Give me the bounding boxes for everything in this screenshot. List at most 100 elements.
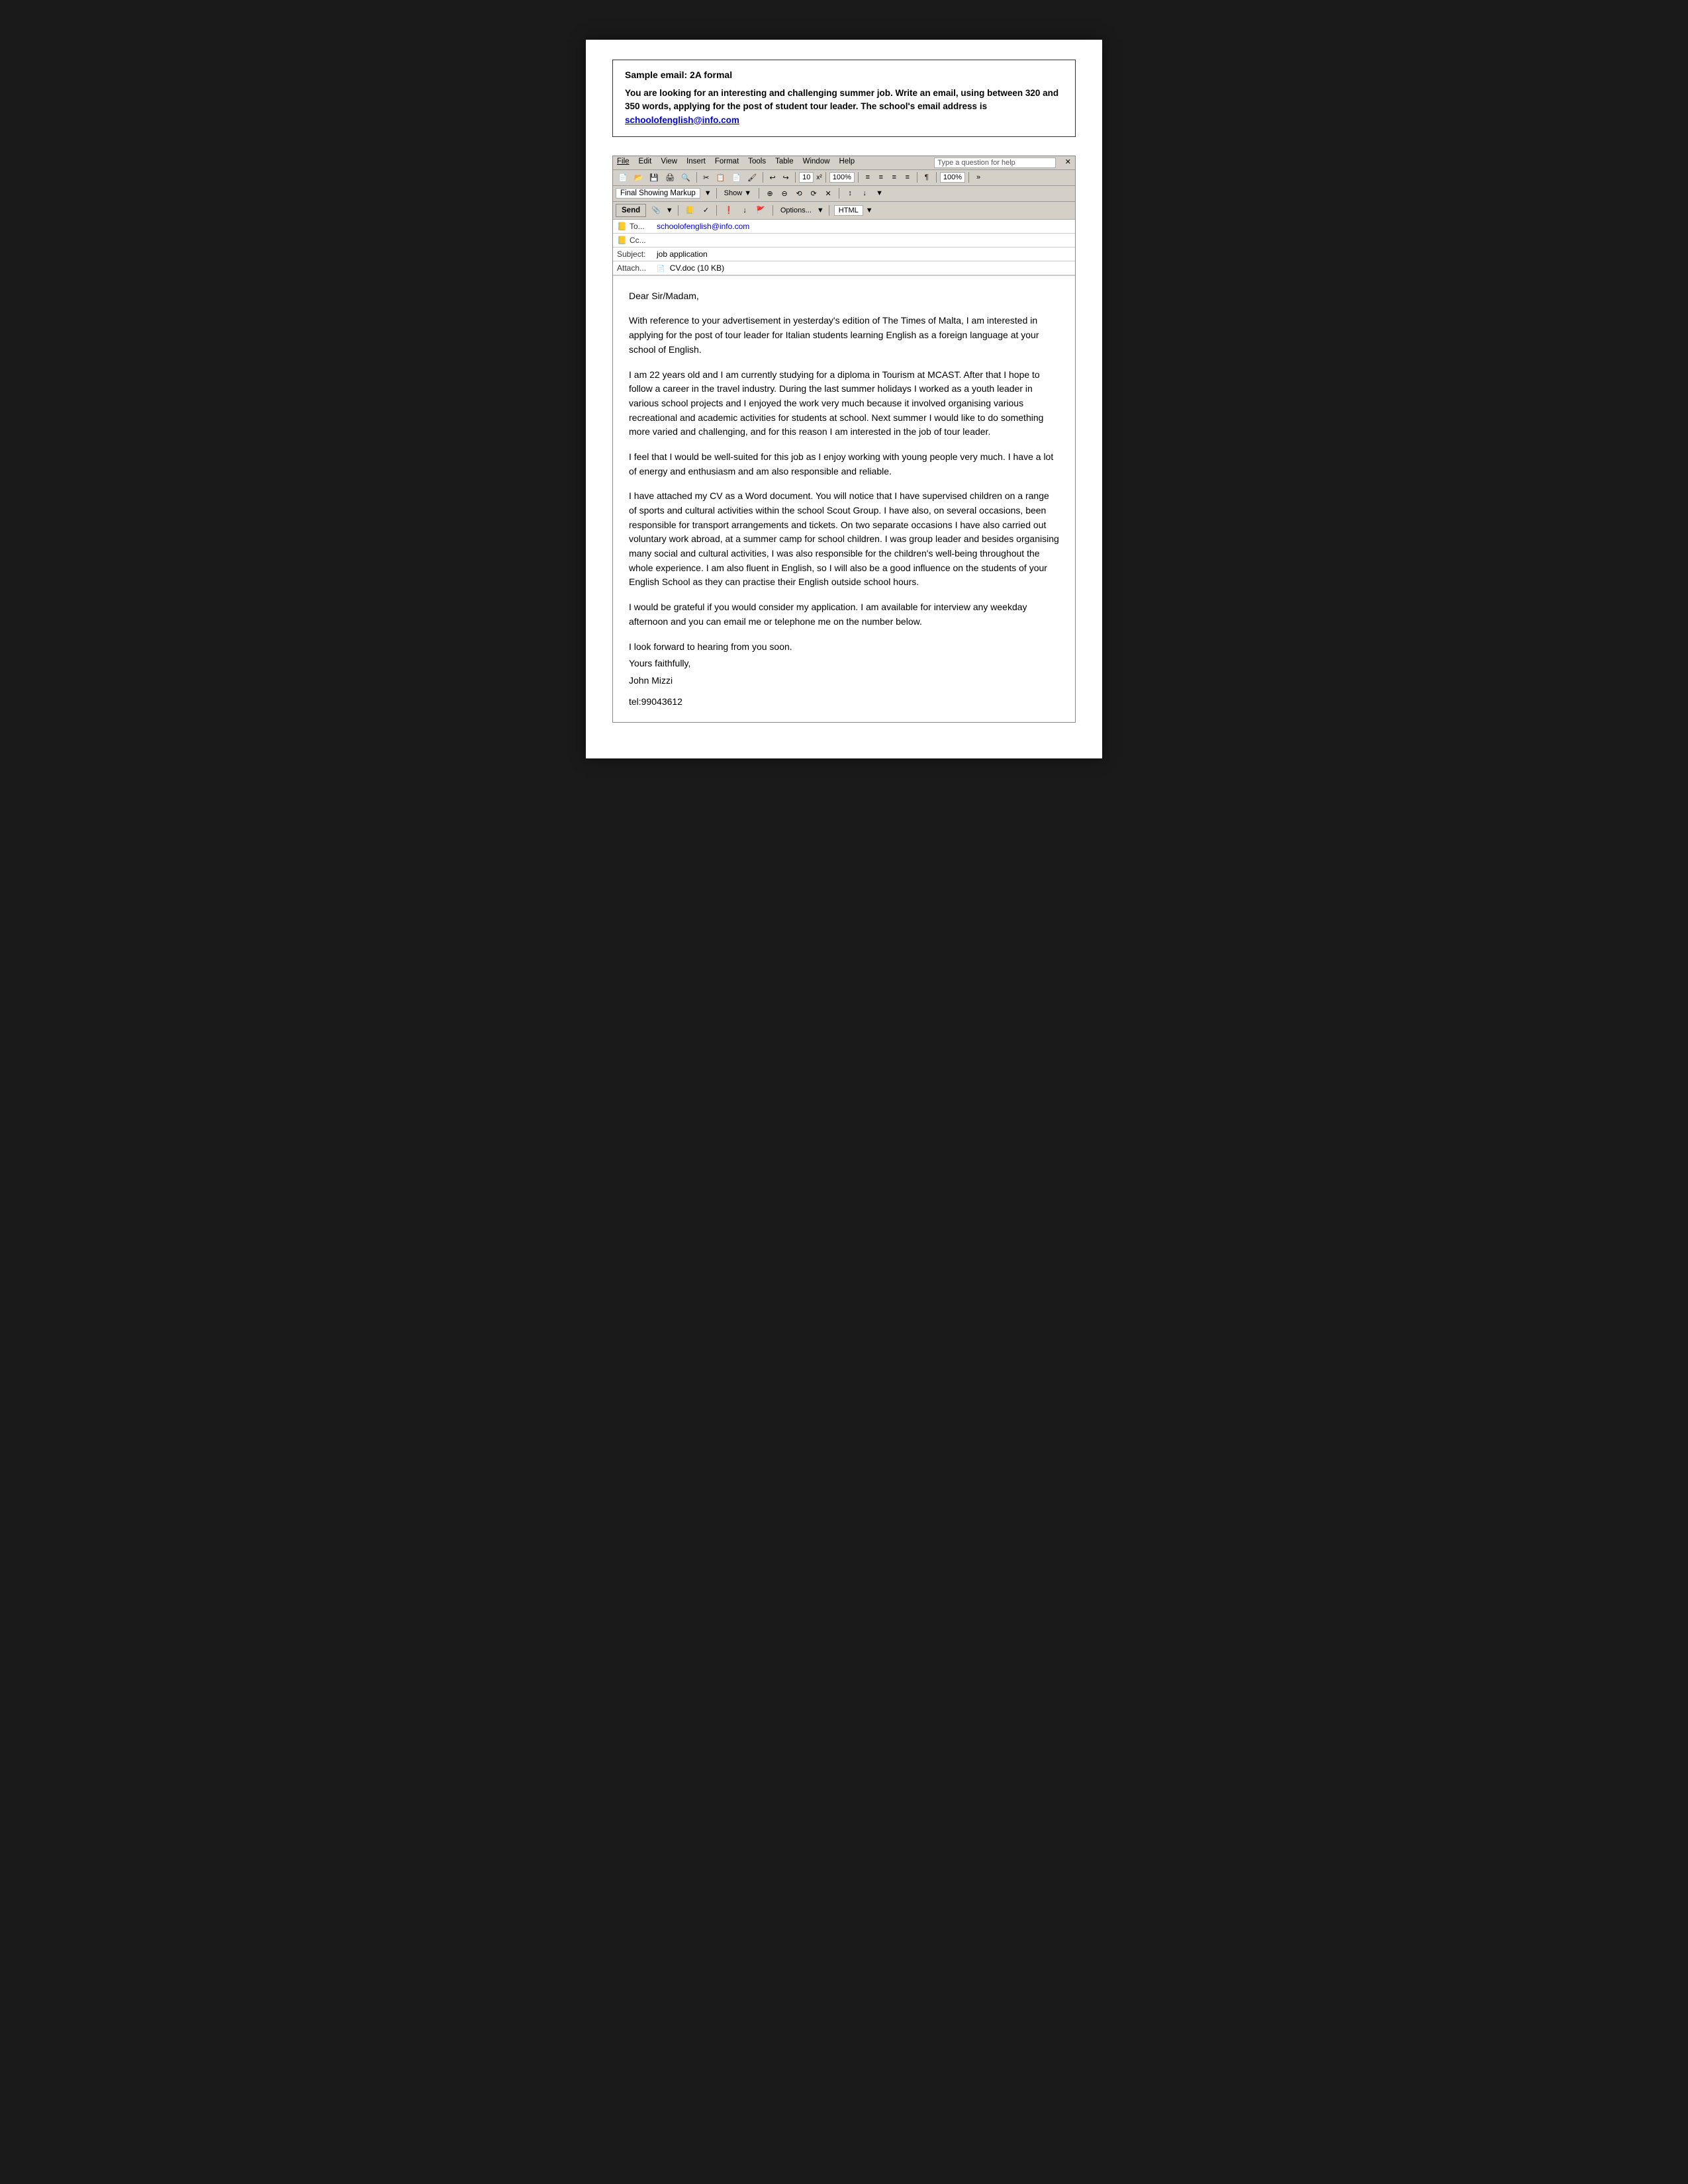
tb5[interactable]: ✕	[822, 188, 834, 199]
priority-high-btn[interactable]: ❗	[722, 205, 736, 216]
tb3[interactable]: ⟲	[793, 188, 805, 199]
attach-clip-btn[interactable]: 📎	[649, 205, 663, 216]
zoom-input[interactable]: 100%	[829, 172, 855, 183]
closing-name: John Mizzi	[629, 674, 1059, 688]
sep8	[968, 172, 969, 183]
closing-line2: Yours faithfully,	[629, 657, 1059, 671]
align-center-btn[interactable]: ≡	[875, 172, 887, 183]
format-dropdown[interactable]: HTML	[834, 205, 863, 216]
tb6[interactable]: ↕	[844, 188, 856, 199]
to-label: 📒 To...	[617, 222, 657, 231]
align-right-btn[interactable]: ≡	[888, 172, 900, 183]
options-arrow: ▼	[817, 206, 824, 214]
check-names-btn[interactable]: ✓	[700, 205, 712, 216]
tb7[interactable]: ↓	[859, 188, 870, 199]
email-body: Dear Sir/Madam, With reference to your a…	[613, 275, 1075, 723]
markup-dropdown[interactable]: Final Showing Markup	[616, 188, 700, 199]
open-btn[interactable]: 📂	[632, 172, 646, 183]
attach-arrow: ▼	[666, 206, 673, 214]
addr-book-btn[interactable]: 📒	[683, 205, 698, 216]
send-button[interactable]: Send	[616, 204, 646, 217]
sep1	[696, 172, 697, 183]
cut-btn[interactable]: ✂	[700, 172, 712, 183]
sep12	[678, 205, 679, 216]
subject-row: Subject: job application	[613, 248, 1075, 261]
new-btn[interactable]: 📄	[616, 172, 630, 183]
close-btn[interactable]: ✕	[1065, 158, 1071, 168]
options-btn[interactable]: Options...	[778, 205, 814, 216]
sample-prompt-text: You are looking for an interesting and c…	[625, 88, 1058, 111]
sep13	[716, 205, 717, 216]
cc-address-book-icon: 📒	[617, 236, 627, 245]
menubar: File Edit View Insert Format Tools Table…	[613, 156, 1075, 170]
menu-window[interactable]: Window	[803, 158, 830, 168]
toolbar-row-1: 📄 📂 💾 🖨 🔍 ✂ 📋 📄 🖌 ↩ ↪ 10 x² 100% ≡ ≡ ≡ ≡…	[613, 170, 1075, 186]
menu-help[interactable]: Help	[839, 158, 855, 168]
show-btn[interactable]: Show ▼	[722, 188, 754, 199]
sep9	[716, 188, 717, 199]
help-input[interactable]: Type a question for help	[934, 158, 1055, 168]
sample-box: Sample email: 2A formal You are looking …	[612, 60, 1076, 137]
salutation: Dear Sir/Madam,	[629, 289, 1059, 304]
menu-view[interactable]: View	[661, 158, 677, 168]
menu-insert[interactable]: Insert	[686, 158, 706, 168]
preview-btn[interactable]: 🔍	[679, 172, 693, 183]
sample-email-link[interactable]: schoolofenglish@info.com	[625, 115, 739, 125]
print-btn[interactable]: 🖨	[663, 172, 677, 183]
page-container: Sample email: 2A formal You are looking …	[586, 40, 1102, 758]
menu-tools[interactable]: Tools	[748, 158, 766, 168]
cc-row: 📒 Cc...	[613, 234, 1075, 248]
to-value[interactable]: schoolofenglish@info.com	[657, 222, 1071, 231]
attach-row: Attach... 📄 CV.doc (10 KB)	[613, 261, 1075, 275]
menu-file[interactable]: File	[617, 158, 630, 168]
redo-btn[interactable]: ↪	[780, 172, 792, 183]
sample-prompt: You are looking for an interesting and c…	[625, 87, 1063, 127]
format-toolbar: Final Showing Markup ▼ Show ▼ ⊕ ⊖ ⟲ ⟳ ✕ …	[613, 186, 1075, 202]
email-fields: 📒 To... schoolofenglish@info.com 📒 Cc...…	[613, 220, 1075, 275]
tb8[interactable]: ▼	[873, 188, 886, 199]
markup-arrow[interactable]: ▼	[704, 189, 712, 197]
attach-value: 📄 CV.doc (10 KB)	[657, 263, 1071, 273]
tel: tel:99043612	[629, 695, 1059, 709]
justify-btn[interactable]: ≡	[902, 172, 914, 183]
attachment-icon: 📄	[657, 265, 665, 273]
priority-low-btn[interactable]: ↓	[739, 205, 751, 216]
paragraph3: I feel that I would be well-suited for t…	[629, 450, 1059, 478]
save-btn[interactable]: 💾	[647, 172, 661, 183]
subject-label: Subject:	[617, 250, 657, 259]
menu-edit[interactable]: Edit	[639, 158, 652, 168]
sep7	[936, 172, 937, 183]
pilcrow-btn[interactable]: ¶	[921, 172, 933, 183]
tb2[interactable]: ⊖	[778, 188, 790, 199]
format-arrow: ▼	[866, 206, 873, 214]
to-row: 📒 To... schoolofenglish@info.com	[613, 220, 1075, 234]
paste-btn[interactable]: 📄	[729, 172, 743, 183]
email-client: File Edit View Insert Format Tools Table…	[612, 156, 1076, 723]
subject-value[interactable]: job application	[657, 250, 1071, 259]
font-size-input[interactable]: 10	[799, 172, 814, 183]
superscript-icon: x²	[816, 174, 821, 181]
cc-label: 📒 Cc...	[617, 236, 657, 245]
view-zoom[interactable]: 100%	[940, 172, 965, 183]
sep3	[795, 172, 796, 183]
attach-label: Attach...	[617, 263, 657, 273]
flag-btn[interactable]: 🚩	[753, 205, 768, 216]
align-left-btn[interactable]: ≡	[862, 172, 874, 183]
format-painter-btn[interactable]: 🖌	[745, 172, 759, 183]
sep4	[825, 172, 826, 183]
menu-format[interactable]: Format	[715, 158, 739, 168]
copy-btn[interactable]: 📋	[714, 172, 728, 183]
closing-line1: I look forward to hearing from you soon.	[629, 640, 1059, 655]
paragraph4: I have attached my CV as a Word document…	[629, 489, 1059, 590]
compose-toolbar: Send 📎 ▼ 📒 ✓ ❗ ↓ 🚩 Options... ▼ HTML ▼	[613, 202, 1075, 220]
more-btn[interactable]: »	[972, 172, 984, 183]
sample-title: Sample email: 2A formal	[625, 69, 1063, 80]
address-book-icon: 📒	[617, 222, 627, 231]
undo-btn[interactable]: ↩	[767, 172, 778, 183]
tb1[interactable]: ⊕	[764, 188, 776, 199]
paragraph2: I am 22 years old and I am currently stu…	[629, 368, 1059, 439]
paragraph5: I would be grateful if you would conside…	[629, 600, 1059, 629]
sep5	[858, 172, 859, 183]
menu-table[interactable]: Table	[775, 158, 794, 168]
tb4[interactable]: ⟳	[808, 188, 820, 199]
